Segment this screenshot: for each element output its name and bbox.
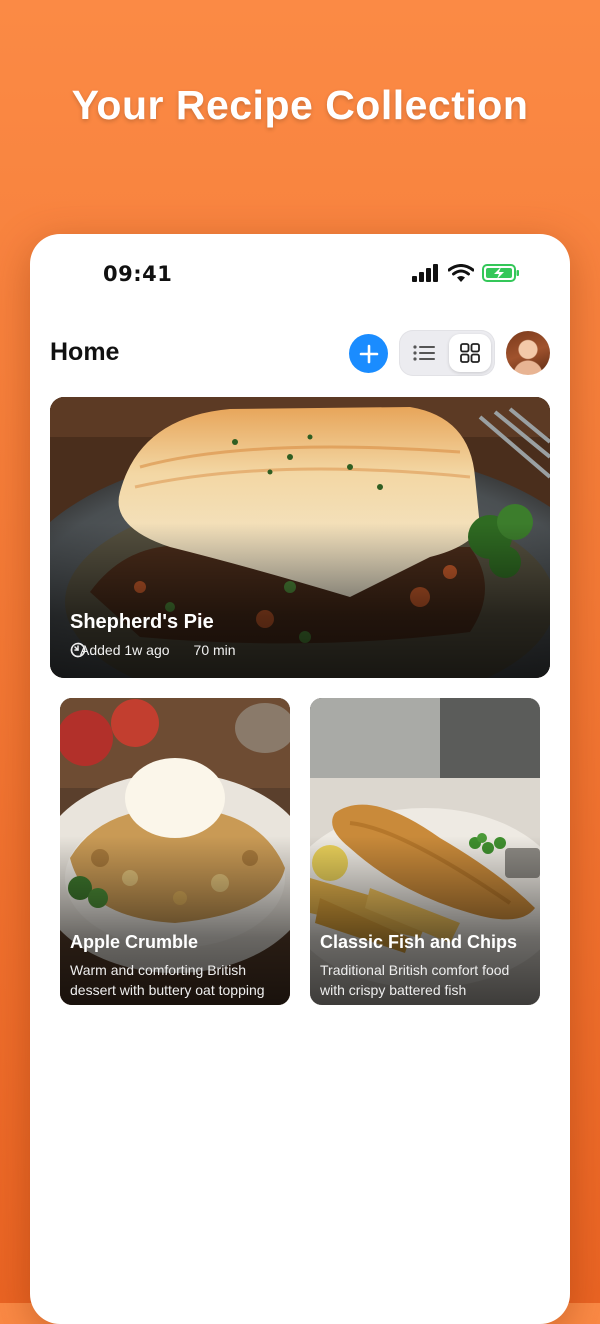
featured-recipe-meta: Added 1w ago 70 min bbox=[70, 642, 236, 658]
featured-recipe-card[interactable]: Shepherd's Pie Added 1w ago 70 min bbox=[50, 397, 550, 678]
list-icon bbox=[413, 345, 435, 361]
page-headline: Your Recipe Collection bbox=[71, 82, 529, 128]
battery-charging-icon bbox=[482, 264, 519, 282]
page-title: Home bbox=[50, 338, 120, 366]
list-view-button[interactable] bbox=[403, 334, 445, 372]
recipe-card-apple-crumble[interactable]: Apple Crumble Warm and comforting Britis… bbox=[60, 698, 290, 1005]
recipe-title: Apple Crumble bbox=[70, 932, 199, 952]
add-recipe-button[interactable] bbox=[349, 334, 388, 373]
grid-icon bbox=[460, 343, 480, 363]
cellular-signal-icon bbox=[412, 264, 438, 282]
wifi-icon bbox=[448, 264, 474, 282]
user-avatar[interactable] bbox=[506, 331, 550, 375]
status-icons bbox=[412, 264, 520, 282]
recipe-description: Traditional British comfort food with cr… bbox=[320, 962, 510, 998]
cook-duration-label: 70 min bbox=[193, 642, 236, 658]
recipe-description: Warm and comforting British dessert with… bbox=[70, 962, 265, 998]
added-time-label: Added 1w ago bbox=[80, 642, 170, 658]
phone-screen: 09:41 Home Shepherd's Pie Added 1w ago 7… bbox=[30, 234, 570, 1324]
status-bar: 09:41 bbox=[30, 234, 570, 314]
plus-icon bbox=[359, 344, 378, 363]
view-mode-toggle bbox=[399, 330, 495, 376]
recipe-title: Classic Fish and Chips bbox=[320, 932, 518, 952]
featured-recipe-title: Shepherd's Pie bbox=[70, 611, 214, 633]
status-time: 09:41 bbox=[103, 262, 173, 286]
grid-view-button[interactable] bbox=[449, 334, 491, 372]
recipe-card-fish-and-chips[interactable]: Classic Fish and Chips Traditional Briti… bbox=[310, 698, 540, 1005]
